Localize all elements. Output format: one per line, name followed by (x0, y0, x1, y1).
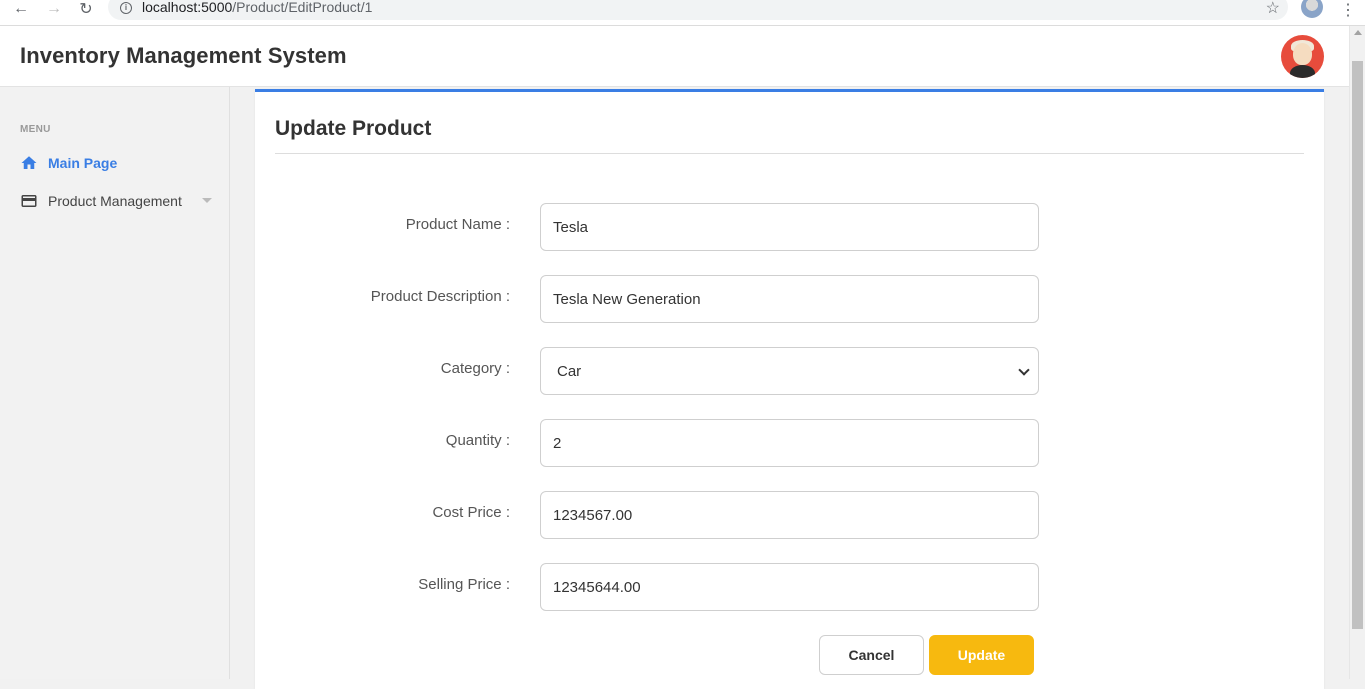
form-row-quantity: Quantity : 2 (255, 419, 1324, 467)
selling-price-input[interactable]: 12345644.00 (540, 563, 1039, 611)
url-text[interactable]: localhost:5000/Product/EditProduct/1 (142, 0, 372, 15)
back-arrow-icon[interactable]: ← (10, 0, 32, 18)
avatar-body (1290, 65, 1315, 78)
cost-price-input[interactable]: 1234567.00 (540, 491, 1039, 539)
page-scrollbar[interactable] (1349, 26, 1365, 679)
sidebar-item-main-page[interactable]: Main Page (20, 152, 117, 174)
address-bar[interactable]: i localhost:5000/Product/EditProduct/1 ☆ (108, 0, 1288, 20)
product-name-label: Product Name : (405, 216, 510, 233)
product-name-input[interactable]: Tesla (540, 203, 1039, 251)
browser-menu-icon[interactable]: ⋮ (1340, 0, 1356, 20)
category-label: Category : (440, 360, 510, 377)
url-path: /Product/EditProduct/1 (232, 0, 373, 15)
chevron-down-icon (1018, 364, 1030, 376)
product-description-label: Product Description : (370, 288, 510, 305)
selling-price-value: 12345644.00 (553, 578, 641, 596)
home-icon (20, 154, 38, 172)
sidebar-menu-heading: MENU (20, 124, 51, 135)
cost-price-value: 1234567.00 (553, 506, 633, 524)
bookmark-star-icon[interactable]: ☆ (1266, 0, 1280, 18)
scrollbar-thumb[interactable] (1352, 61, 1363, 629)
cost-price-label: Cost Price : (432, 504, 510, 521)
update-product-card: Update Product Product Name : Tesla Prod… (255, 89, 1324, 689)
category-value: Car (557, 362, 582, 380)
sidebar-item-product-management[interactable]: Product Management (20, 190, 212, 212)
title-divider (275, 153, 1304, 154)
form-row-cost-price: Cost Price : 1234567.00 (255, 491, 1324, 539)
selling-price-label: Selling Price : (418, 576, 510, 593)
product-name-value: Tesla (553, 218, 589, 236)
category-select[interactable]: Car (540, 347, 1039, 395)
browser-toolbar: ← → ↻ i localhost:5000/Product/EditProdu… (0, 0, 1365, 26)
cancel-button[interactable]: Cancel (819, 635, 924, 675)
quantity-label: Quantity : (445, 432, 510, 449)
quantity-value: 2 (553, 434, 562, 452)
form-row-product-name: Product Name : Tesla (255, 203, 1324, 251)
avatar-face (1293, 43, 1312, 65)
url-host: localhost:5000 (142, 0, 233, 15)
user-avatar[interactable] (1281, 35, 1324, 78)
scroll-up-arrow-icon[interactable] (1354, 30, 1362, 35)
credit-card-icon (20, 192, 38, 210)
form-row-product-description: Product Description : Tesla New Generati… (255, 275, 1324, 323)
form-row-selling-price: Selling Price : 12345644.00 (255, 563, 1324, 611)
form-row-category: Category : Car (255, 347, 1324, 395)
sidebar-item-label: Main Page (48, 155, 118, 171)
reload-icon[interactable]: ↻ (75, 0, 97, 18)
page-title: Update Product (275, 117, 432, 140)
app-title: Inventory Management System (20, 43, 347, 68)
sidebar-item-label: Product Management (48, 193, 182, 209)
browser-profile-avatar[interactable] (1301, 0, 1323, 18)
update-button[interactable]: Update (929, 635, 1034, 675)
caret-down-icon[interactable] (202, 198, 212, 203)
product-description-input[interactable]: Tesla New Generation (540, 275, 1039, 323)
sidebar: MENU Main Page Product Management (0, 87, 230, 679)
product-description-value: Tesla New Generation (553, 290, 701, 308)
quantity-input[interactable]: 2 (540, 419, 1039, 467)
forward-arrow-icon[interactable]: → (43, 0, 65, 18)
info-icon[interactable]: i (120, 2, 132, 14)
app-header: Inventory Management System (0, 26, 1349, 87)
